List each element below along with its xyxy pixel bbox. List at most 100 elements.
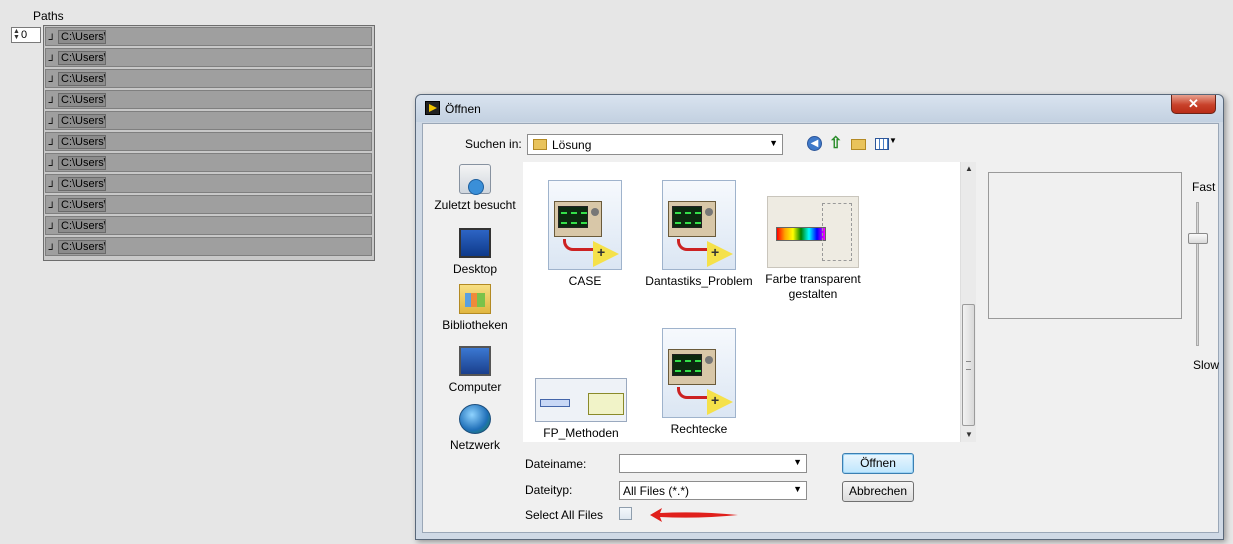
look-in-label: Suchen in: (465, 137, 522, 151)
close-button[interactable]: ✕ (1171, 95, 1216, 114)
path-browse-icon[interactable]: ᒧ (48, 73, 56, 85)
back-button[interactable]: ◀ (807, 136, 825, 152)
path-control[interactable]: ᒧ C:\Users\ (45, 174, 372, 193)
path-value[interactable]: C:\Users\ (58, 114, 106, 128)
path-value[interactable]: C:\Users\ (58, 156, 106, 170)
file-name: Dantastiks_Problem (645, 274, 753, 288)
path-control[interactable]: ᒧ C:\Users\ (45, 27, 372, 46)
place-network[interactable]: Netzwerk (431, 404, 519, 452)
view-options-icon (875, 138, 889, 150)
path-control[interactable]: ᒧ C:\Users\ (45, 111, 372, 130)
open-file-dialog: Öffnen ✕ Suchen in: Lösung ▼ ◀ ⇧ ▼ Zulet… (415, 94, 1224, 540)
cancel-button[interactable]: Abbrechen (842, 481, 914, 502)
speed-slow-label: Slow (1193, 358, 1220, 372)
open-button[interactable]: Öffnen (842, 453, 914, 474)
path-value[interactable]: C:\Users\ (58, 240, 106, 254)
file-item[interactable]: + Dantastiks_Problem (645, 180, 753, 289)
file-item[interactable]: FP_Methoden (527, 378, 635, 441)
place-computer[interactable]: Computer (431, 344, 519, 394)
file-name: CASE (568, 274, 602, 288)
view-menu-button[interactable]: ▼ (875, 136, 897, 152)
file-list-scrollbar[interactable]: ▲ ▼ (960, 162, 976, 442)
scroll-up-icon[interactable]: ▲ (961, 162, 977, 176)
preview-pane (988, 172, 1182, 319)
place-label: Bibliotheken (442, 318, 508, 332)
new-folder-icon (851, 139, 866, 150)
computer-icon (459, 346, 491, 376)
scroll-thumb[interactable] (962, 304, 975, 426)
look-in-dropdown[interactable]: Lösung ▼ (527, 134, 783, 155)
index-spin-arrows-icon[interactable]: ▲ ▼ (13, 28, 20, 41)
preview-speed-slider[interactable] (1196, 202, 1199, 346)
up-folder-button[interactable]: ⇧ (829, 136, 847, 152)
chevron-down-icon: ▼ (793, 484, 802, 494)
array-index-control[interactable]: ▲ ▼ 0 (11, 27, 41, 43)
path-browse-icon[interactable]: ᒧ (48, 115, 56, 127)
path-value[interactable]: C:\Users\ (58, 30, 106, 44)
slider-thumb[interactable] (1188, 233, 1208, 244)
path-browse-icon[interactable]: ᒧ (48, 94, 56, 106)
path-browse-icon[interactable]: ᒧ (48, 178, 56, 190)
path-control[interactable]: ᒧ C:\Users\ (45, 48, 372, 67)
path-control[interactable]: ᒧ C:\Users\ (45, 153, 372, 172)
path-control[interactable]: ᒧ C:\Users\ (45, 237, 372, 256)
speed-fast-label: Fast (1192, 180, 1216, 194)
file-name: Rechtecke (670, 422, 728, 436)
file-item[interactable]: Farbe transparent gestalten (759, 196, 867, 302)
path-value[interactable]: C:\Users\ (58, 51, 106, 65)
filename-input[interactable]: ▼ (619, 454, 807, 473)
path-browse-icon[interactable]: ᒧ (48, 220, 56, 232)
chevron-down-icon: ▼ (889, 136, 897, 145)
path-control[interactable]: ᒧ C:\Users\ (45, 90, 372, 109)
file-name: Farbe transparent gestalten (765, 272, 861, 301)
network-icon (459, 404, 491, 434)
path-control[interactable]: ᒧ C:\Users\ (45, 216, 372, 235)
labview-vi-icon: + (662, 328, 736, 418)
path-browse-icon[interactable]: ᒧ (48, 52, 56, 64)
select-all-label: Select All Files (525, 508, 604, 522)
filetype-value: All Files (*.*) (623, 484, 690, 498)
path-control[interactable]: ᒧ C:\Users\ (45, 195, 372, 214)
path-browse-icon[interactable]: ᒧ (48, 136, 56, 148)
array-index-value[interactable]: 0 (21, 29, 27, 41)
place-desktop[interactable]: Desktop (431, 224, 519, 276)
file-list[interactable]: + CASE + Dantastiks_Problem Farbe transp… (523, 162, 960, 442)
path-control[interactable]: ᒧ C:\Users\ (45, 69, 372, 88)
place-label: Desktop (452, 262, 498, 276)
path-value[interactable]: C:\Users\ (58, 219, 106, 233)
path-value[interactable]: C:\Users\ (58, 72, 106, 86)
filename-label: Dateiname: (525, 457, 587, 471)
look-in-value: Lösung (552, 138, 592, 152)
new-folder-button[interactable] (851, 136, 869, 152)
recent-places-icon (459, 164, 491, 195)
filetype-dropdown[interactable]: All Files (*.*) ▼ (619, 481, 807, 500)
dialog-body: Suchen in: Lösung ▼ ◀ ⇧ ▼ Zuletzt besuch… (422, 123, 1219, 533)
path-value[interactable]: C:\Users\ (58, 93, 106, 107)
desktop-icon (459, 228, 491, 258)
place-label: Zuletzt besucht (434, 198, 516, 212)
place-label: Computer (448, 380, 502, 394)
path-value[interactable]: C:\Users\ (58, 135, 106, 149)
chevron-down-icon[interactable]: ▼ (793, 457, 802, 467)
scroll-down-icon[interactable]: ▼ (961, 428, 977, 442)
place-recent[interactable]: Zuletzt besucht (431, 164, 519, 212)
path-browse-icon[interactable]: ᒧ (48, 157, 56, 169)
path-value[interactable]: C:\Users\ (58, 177, 106, 191)
path-browse-icon[interactable]: ᒧ (48, 31, 56, 43)
filetype-label: Dateityp: (525, 483, 573, 497)
place-libraries[interactable]: Bibliotheken (431, 284, 519, 332)
path-value[interactable]: C:\Users\ (58, 198, 106, 212)
dialog-title: Öffnen (445, 102, 481, 116)
back-arrow-icon: ◀ (807, 136, 822, 151)
file-item[interactable]: + CASE (531, 180, 639, 289)
dialog-titlebar[interactable]: Öffnen ✕ (416, 95, 1223, 122)
file-item[interactable]: + Rechtecke (645, 328, 753, 437)
folder-icon (533, 139, 547, 150)
path-control[interactable]: ᒧ C:\Users\ (45, 132, 372, 151)
path-browse-icon[interactable]: ᒧ (48, 241, 56, 253)
labview-vi-icon: + (548, 180, 622, 270)
path-browse-icon[interactable]: ᒧ (48, 199, 56, 211)
libraries-icon (459, 284, 491, 314)
select-all-checkbox[interactable] (619, 507, 632, 520)
labview-vi-icon: + (662, 180, 736, 270)
